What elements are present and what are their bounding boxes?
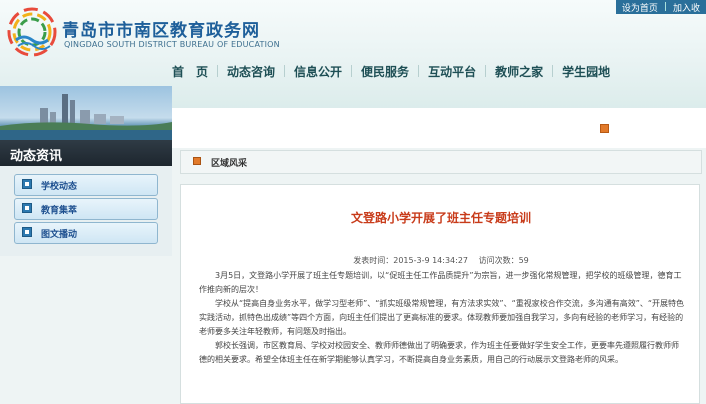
top-links: 设为首页 | 加入收: [615, 0, 706, 14]
nav-divider: [418, 65, 420, 77]
nav-students[interactable]: 学生园地: [562, 63, 610, 80]
nav-teachers[interactable]: 教师之家: [495, 63, 543, 80]
article-paragraph: 郭校长强调，市区教育局、学校对校园安全、教师师德做出了明确要求，作为班主任要做好…: [199, 341, 679, 364]
article-body: 3月5日，文登路小学开展了班主任专题培训，以“促班主任工作品质提升”为宗旨，进一…: [199, 269, 685, 367]
sidebar-header: 动态资讯: [0, 140, 172, 166]
site-subtitle: QINGDAO SOUTH DISTRICT BUREAU OF EDUCATI…: [64, 40, 280, 49]
article: 文登路小学开展了班主任专题培训 发表时间：2015-3-9 14:34:27 访…: [180, 184, 700, 404]
sidebar-item-label: 学校动态: [41, 182, 78, 192]
nav-divider: [552, 65, 554, 77]
breadcrumb-label[interactable]: 区域风采: [211, 156, 247, 169]
square-bullet-icon: [22, 203, 32, 213]
sidebar-item-label: 图文播动: [41, 230, 78, 240]
article-paragraph: 3月5日，文登路小学开展了班主任专题培训，以“促班主任工作品质提升”为宗旨，进一…: [199, 271, 682, 294]
publish-time-label: 发表时间：: [353, 256, 394, 265]
article-title: 文登路小学开展了班主任专题培训: [350, 211, 531, 225]
article-meta: 发表时间：2015-3-9 14:34:27 访问次数：59: [181, 255, 701, 266]
nav-interaction[interactable]: 互动平台: [428, 63, 476, 80]
add-favorite-link[interactable]: 加入收: [667, 1, 706, 14]
square-bullet-icon: [22, 227, 32, 237]
views-label: 访问次数：: [478, 256, 519, 265]
sidebar-item-school-news[interactable]: 学校动态: [14, 174, 158, 196]
sidebar: 学校动态 教育集萃 图文播动: [0, 166, 172, 256]
sidebar-item-photo-news[interactable]: 图文播动: [14, 222, 158, 244]
nav-divider: [485, 65, 487, 77]
nav-services[interactable]: 便民服务: [361, 63, 409, 80]
main-nav: 首 页 动态咨询 信息公开 便民服务 互动平台 教师之家 学生园地: [172, 58, 706, 84]
nav-divider: [284, 65, 286, 77]
orange-square-icon: [600, 124, 609, 133]
sidebar-heading: 动态资讯: [10, 149, 63, 164]
nav-divider: [217, 65, 219, 77]
nav-info-public[interactable]: 信息公开: [294, 63, 342, 80]
sidebar-item-education-highlights[interactable]: 教育集萃: [14, 198, 158, 220]
content-top-area: [172, 108, 706, 148]
view-count: 59: [518, 256, 529, 265]
site-title: 青岛市市南区教育政务网: [62, 21, 260, 41]
set-homepage-link[interactable]: 设为首页: [616, 1, 664, 14]
orange-square-icon: [193, 157, 201, 165]
city-photo: [0, 86, 172, 144]
breadcrumb: 区域风采: [180, 150, 702, 174]
nav-divider: [351, 65, 353, 77]
square-bullet-icon: [22, 179, 32, 189]
sidebar-item-label: 教育集萃: [41, 206, 78, 216]
nav-news[interactable]: 动态咨询: [227, 63, 275, 80]
publish-time: 2015-3-9 14:34:27: [393, 256, 469, 265]
article-paragraph: 学校从“提高自身业务水平，做学习型老师”、“抓实班级常规管理，有方法求实效”、“…: [199, 299, 685, 336]
nav-home[interactable]: 首 页: [172, 63, 208, 80]
city-skyline-image: [0, 86, 172, 144]
logo-icon: [7, 7, 57, 57]
